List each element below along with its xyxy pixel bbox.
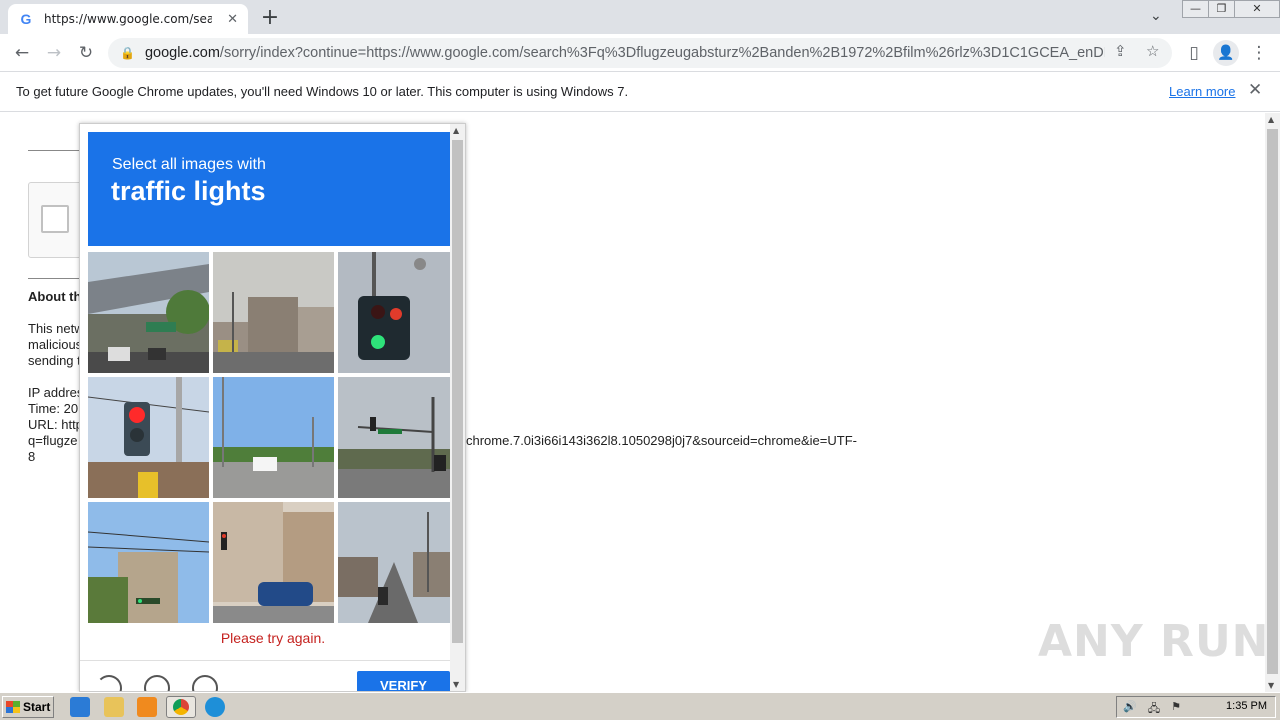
tile-red-traffic-light[interactable] (88, 377, 209, 498)
time-label: Time: 20 (28, 401, 79, 416)
side-panel-icon[interactable]: ▯ (1182, 41, 1206, 65)
tab-strip: G https://www.google.com/search?q= ✕ + ⌄… (0, 0, 1280, 34)
url-text: google.com/sorry/index?continue=https://… (145, 45, 1105, 61)
address-bar[interactable]: 🔒 google.com/sorry/index?continue=https:… (108, 38, 1172, 68)
start-label: Start (23, 700, 51, 714)
scroll-down-arrow-icon[interactable]: ▼ (453, 680, 459, 689)
start-button[interactable]: Start (2, 696, 54, 718)
tile-street-bus[interactable] (213, 377, 334, 498)
update-infobar: To get future Google Chrome updates, you… (0, 72, 1280, 112)
url-tail-end: 8 (28, 449, 36, 464)
tile-road-signal-pole[interactable] (338, 377, 459, 498)
url-host: google.com (144, 45, 220, 61)
tile-overpass-street[interactable] (88, 252, 209, 373)
about-heading: About th (28, 289, 82, 304)
internet-explorer-icon[interactable] (70, 697, 90, 717)
media-player-icon[interactable] (137, 697, 157, 717)
action-center-flag-icon[interactable]: ⚑ (1169, 700, 1183, 714)
chrome-taskbar-button[interactable] (166, 696, 196, 718)
challenge-header: Select all images with traffic lights (88, 132, 450, 246)
captcha-error-message: Please try again. (220, 630, 326, 646)
tile-city-building[interactable] (213, 252, 334, 373)
recaptcha-challenge-popup: Select all images with traffic lights Pl… (79, 123, 466, 692)
url-tail: chrome.7.0i3i66i143i362l8.1050298j0j7&so… (466, 433, 857, 448)
scrollbar-thumb[interactable] (1267, 129, 1278, 674)
verify-button[interactable]: VERIFY (357, 671, 450, 691)
infobar-close-icon[interactable]: ✕ (1248, 80, 1262, 100)
window-controls: — ❐ ✕ (1182, 0, 1280, 20)
url-label: URL: http (28, 417, 83, 432)
scrollbar-thumb[interactable] (452, 140, 463, 643)
tile-rowhouse-car[interactable] (213, 502, 334, 623)
tile-traffic-light-closeup[interactable] (338, 252, 459, 373)
challenge-target: traffic lights (111, 176, 266, 206)
reload-icon[interactable]: ↻ (74, 41, 98, 65)
tab-search-chevron-icon[interactable]: ⌄ (1150, 8, 1162, 24)
volume-icon[interactable]: 🔊 (1123, 700, 1137, 714)
profile-avatar-icon[interactable]: 👤 (1213, 40, 1239, 66)
divider (28, 150, 80, 151)
system-tray: 🔊 🖧 ⚑ 1:35 PM (1116, 696, 1276, 718)
windows-logo-icon (6, 701, 20, 713)
back-arrow-icon[interactable]: ← (10, 41, 34, 65)
url-query: q=flugze (28, 433, 78, 448)
browser-tab[interactable]: G https://www.google.com/search?q= ✕ (8, 4, 248, 34)
para-line: sending t (28, 353, 81, 368)
network-icon[interactable]: 🖧 (1147, 700, 1161, 715)
info-icon[interactable] (192, 675, 218, 691)
para-line: This netw (28, 321, 84, 336)
new-tab-button[interactable]: + (258, 5, 282, 30)
menu-dots-icon[interactable]: ⋮ (1247, 41, 1271, 65)
reload-challenge-icon[interactable] (96, 675, 122, 691)
image-grid (88, 252, 450, 624)
taskbar-clock[interactable]: 1:35 PM (1226, 700, 1267, 712)
minimize-button[interactable]: — (1182, 0, 1209, 18)
tab-title: https://www.google.com/search?q= (44, 12, 212, 26)
tile-apartment-building[interactable] (88, 502, 209, 623)
tile-street-motorbike[interactable] (338, 502, 459, 623)
edge-icon[interactable] (205, 697, 225, 717)
recaptcha-checkbox[interactable] (41, 205, 69, 233)
tab-close-icon[interactable]: ✕ (227, 12, 238, 27)
google-favicon-icon: G (20, 11, 32, 27)
challenge-footer: VERIFY (80, 660, 450, 691)
file-explorer-icon[interactable] (104, 697, 124, 717)
para-line: malicious (28, 337, 83, 352)
anyrun-watermark: ANY RUN (1038, 616, 1270, 667)
scroll-up-arrow-icon[interactable]: ▲ (1268, 115, 1274, 124)
windows-taskbar: Start 🔊 🖧 ⚑ 1:35 PM (0, 692, 1280, 720)
forward-arrow-icon[interactable]: → (42, 41, 66, 65)
infobar-message: To get future Google Chrome updates, you… (16, 84, 629, 99)
chrome-icon (173, 699, 189, 715)
scroll-down-arrow-icon[interactable]: ▼ (1268, 681, 1274, 690)
window-close-button[interactable]: ✕ (1234, 0, 1280, 18)
divider (28, 278, 80, 279)
scroll-up-arrow-icon[interactable]: ▲ (453, 126, 459, 135)
restore-button[interactable]: ❐ (1208, 0, 1235, 18)
browser-toolbar: ← → ↻ 🔒 google.com/sorry/index?continue=… (0, 34, 1280, 72)
ip-address-label: IP addres (28, 385, 84, 400)
challenge-scrollbar[interactable]: ▲ ▼ (450, 124, 465, 691)
url-path: /sorry/index?continue=https://www.google… (219, 45, 1105, 61)
learn-more-link[interactable]: Learn more (1169, 84, 1235, 99)
share-icon[interactable]: ⇪ (1114, 42, 1127, 60)
audio-challenge-icon[interactable] (144, 675, 170, 691)
page-scrollbar[interactable]: ▲ ▼ (1265, 113, 1280, 692)
lock-icon[interactable]: 🔒 (120, 46, 135, 60)
bookmark-star-icon[interactable]: ☆ (1146, 42, 1159, 60)
challenge-instruction: Select all images with (112, 156, 266, 173)
